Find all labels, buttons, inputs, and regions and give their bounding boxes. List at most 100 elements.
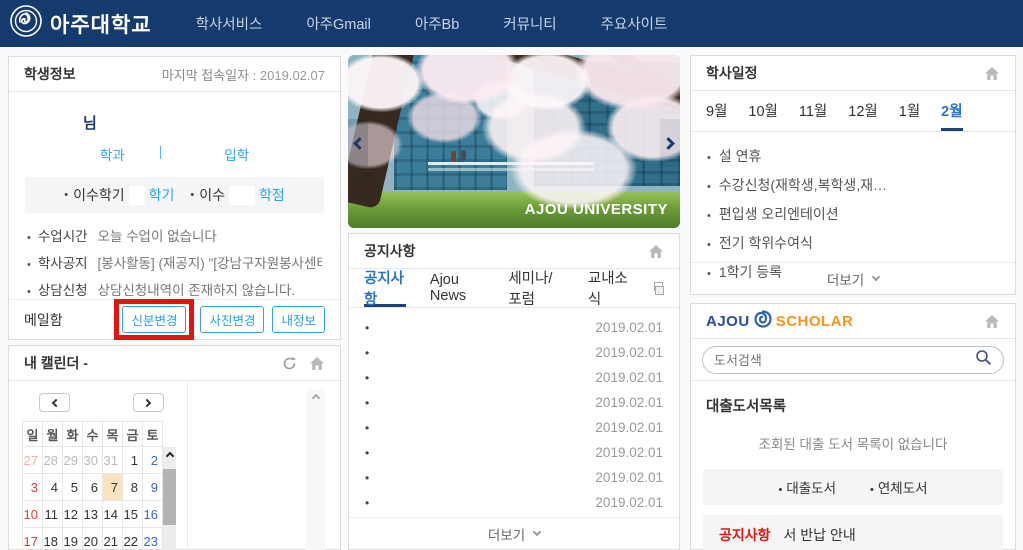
calendar-day[interactable]: 14 xyxy=(103,501,123,528)
loan-empty-message: 조회된 대출 도서 목록이 없습니다 xyxy=(691,433,1015,453)
tab-month-nov[interactable]: 11월 xyxy=(799,91,827,131)
notice-item[interactable]: •2019.02.01 xyxy=(365,390,663,415)
calendar-day[interactable]: 4 xyxy=(43,474,63,501)
scroll-up-icon[interactable] xyxy=(165,452,173,460)
notice-item[interactable]: •2019.02.01 xyxy=(365,440,663,465)
library-notice-box[interactable]: 공지사항 서 반납 안내 xyxy=(703,515,1003,550)
overdue-books-link[interactable]: •연체도서 xyxy=(870,477,928,497)
calendar-day[interactable]: 20 xyxy=(83,528,103,550)
calendar-day[interactable]: 9 xyxy=(143,474,163,501)
calendar-day[interactable]: 21 xyxy=(103,528,123,550)
tab-seminar-forum[interactable]: 세미나/포럼 xyxy=(508,269,564,307)
mailbox-label[interactable]: 메일함 xyxy=(24,310,63,330)
calendar-day[interactable]: 29 xyxy=(63,447,83,474)
calendar-day[interactable]: 2 xyxy=(143,447,163,474)
schedule-item[interactable]: •설 연휴 xyxy=(707,143,999,172)
last-access-date: 2019.02.07 xyxy=(260,68,325,83)
semester-unit: 학기 xyxy=(149,185,175,205)
open-window-icon[interactable] xyxy=(654,282,664,295)
tab-notices[interactable]: 공지사항 xyxy=(364,269,406,307)
calendar-day[interactable]: 13 xyxy=(83,501,103,528)
home-icon[interactable] xyxy=(648,244,664,259)
banner-carousel: AJOU UNIVERSITY xyxy=(348,55,680,228)
ajou-scholar-logo[interactable]: AJOU SCHOLAR xyxy=(706,310,853,333)
info-row-academic-notice[interactable]: • 학사공지 [봉사활동] (재공지) "[강남구자원봉사센터]… xyxy=(27,255,322,274)
book-search-box[interactable] xyxy=(702,346,1004,374)
nav-item-gmail[interactable]: 아주Gmail xyxy=(306,13,371,34)
nav-item-academic-service[interactable]: 학사서비스 xyxy=(196,13,263,34)
dept-label[interactable]: 학과 xyxy=(100,144,125,164)
calendar-day[interactable]: 5 xyxy=(63,474,83,501)
calendar-day[interactable]: 28 xyxy=(43,447,63,474)
tab-month-jan[interactable]: 1월 xyxy=(899,91,920,131)
home-icon[interactable] xyxy=(309,356,325,371)
calendar-scrollbar[interactable] xyxy=(163,447,176,550)
schedule-item[interactable]: •전기 학위수여식 xyxy=(707,230,999,259)
calendar-day[interactable]: 23 xyxy=(143,528,163,550)
notice-item[interactable]: •2019.02.01 xyxy=(365,340,663,365)
calendar-day[interactable]: 12 xyxy=(63,501,83,528)
calendar-day[interactable]: 31 xyxy=(103,447,123,474)
calendar-day[interactable]: 11 xyxy=(43,501,63,528)
book-search-input[interactable] xyxy=(714,353,975,368)
calendar-prev-button[interactable] xyxy=(39,393,70,412)
refresh-icon[interactable] xyxy=(282,356,297,371)
notice-item[interactable]: •2019.02.01 xyxy=(365,465,663,490)
calendar-day[interactable]: 6 xyxy=(83,474,103,501)
calendar-day[interactable]: 27 xyxy=(23,447,43,474)
calendar-day[interactable]: 30 xyxy=(83,447,103,474)
calendar-day[interactable]: 22 xyxy=(123,528,143,550)
calendar-day-today[interactable]: 7 xyxy=(103,474,123,501)
nav-item-bb[interactable]: 아주Bb xyxy=(415,13,459,34)
home-icon[interactable] xyxy=(984,66,1000,81)
scholar-panel: AJOU SCHOLAR 대출도서목록 조회된 대출 도서 목록이 없습니다 •… xyxy=(690,303,1016,550)
calendar-day[interactable]: 10 xyxy=(23,501,43,528)
schedule-item[interactable]: •편입생 오리엔테이션 xyxy=(707,201,999,230)
calendar-day[interactable]: 3 xyxy=(23,474,43,501)
schedule-item[interactable]: •수강신청(재학생,복학생,재… xyxy=(707,172,999,201)
calendar-day[interactable]: 17 xyxy=(23,528,43,550)
schedule-more-button[interactable]: 더보기 xyxy=(691,262,1015,294)
nav-item-main-sites[interactable]: 주요사이트 xyxy=(601,13,668,34)
calendar-day[interactable]: 16 xyxy=(143,501,163,528)
notice-item[interactable]: •2019.02.01 xyxy=(365,315,663,340)
nav-item-community[interactable]: 커뮤니티 xyxy=(503,13,556,34)
brand-title: 아주대학교 xyxy=(50,9,152,39)
calendar-day[interactable]: 8 xyxy=(123,474,143,501)
notice-item[interactable]: •2019.02.01 xyxy=(365,415,663,440)
admission-label[interactable]: 입학 xyxy=(224,144,249,164)
identity-change-button[interactable]: 신분변경 xyxy=(122,306,186,333)
carousel-prev-arrow[interactable] xyxy=(348,119,368,167)
loaned-books-link[interactable]: •대출도서 xyxy=(778,477,836,497)
tab-month-oct[interactable]: 10월 xyxy=(748,91,777,131)
calendar-day[interactable]: 19 xyxy=(63,528,83,550)
divider xyxy=(187,381,188,550)
calendar-day[interactable]: 15 xyxy=(123,501,143,528)
my-info-button[interactable]: 내정보 xyxy=(272,306,325,333)
calendar-day[interactable]: 1 xyxy=(123,447,143,474)
credit-label: 이수 xyxy=(199,185,225,205)
tab-campus-news[interactable]: 교내소식 xyxy=(588,269,630,307)
calendar-week-row: 17 18 19 20 21 22 23 xyxy=(23,528,163,550)
notices-more-button[interactable]: 더보기 xyxy=(349,517,679,549)
calendar-day[interactable]: 18 xyxy=(43,528,63,550)
tab-month-feb[interactable]: 2월 xyxy=(941,91,962,131)
tab-month-dec[interactable]: 12월 xyxy=(848,91,877,131)
brand[interactable]: 아주대학교 xyxy=(10,5,152,42)
tab-month-sep[interactable]: 9월 xyxy=(706,91,727,131)
student-info-list: • 수업시간 오늘 수업이 없습니다 • 학사공지 [봉사활동] (재공지) "… xyxy=(9,228,340,301)
tab-ajou-news[interactable]: Ajou News xyxy=(430,269,484,307)
scroll-up-icon[interactable] xyxy=(311,394,319,402)
search-icon[interactable] xyxy=(975,349,992,371)
calendar-next-button[interactable] xyxy=(133,393,164,412)
home-icon[interactable] xyxy=(984,314,1000,329)
panel-scrollbar[interactable] xyxy=(306,389,325,550)
notice-tabs: 공지사항 Ajou News 세미나/포럼 교내소식 xyxy=(349,269,679,308)
student-info-panel: 학생정보 마지막 접속일자 : 2019.02.07 님 학과 | 입학 • 이… xyxy=(8,56,341,340)
notice-item[interactable]: •2019.02.01 xyxy=(365,490,663,515)
info-row-class-time[interactable]: • 수업시간 오늘 수업이 없습니다 xyxy=(27,228,322,247)
photo-change-button[interactable]: 사진변경 xyxy=(200,306,264,333)
notice-item[interactable]: •2019.02.01 xyxy=(365,365,663,390)
carousel-next-arrow[interactable] xyxy=(660,119,680,167)
scrollbar-thumb[interactable] xyxy=(163,469,176,525)
